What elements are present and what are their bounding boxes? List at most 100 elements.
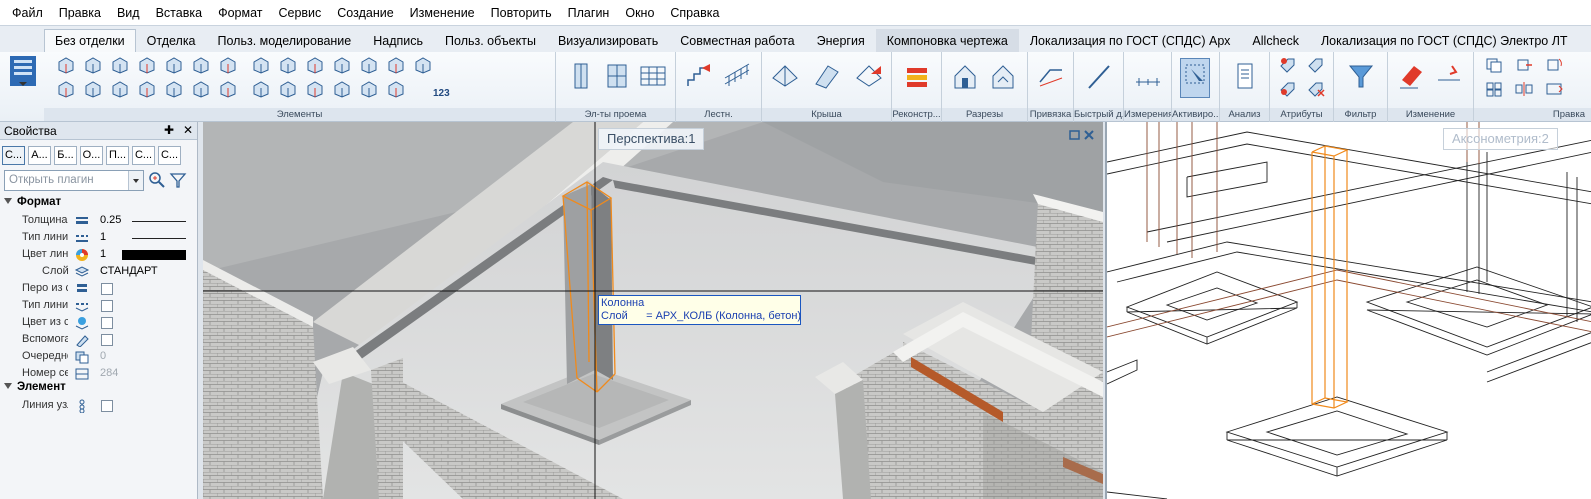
element-tool-10-icon[interactable]	[305, 56, 325, 74]
color-from-layer-checkbox[interactable]	[101, 317, 113, 329]
axonometry-view-label[interactable]: Аксонометрия:2	[1443, 128, 1558, 150]
roof-tool-button[interactable]	[770, 60, 800, 100]
prop-row-node-line[interactable]: Линия узла	[0, 398, 196, 415]
tab-no-finish[interactable]: Без отделки	[44, 29, 136, 52]
element-tool-3-icon[interactable]	[110, 56, 130, 74]
element-tool-14-icon[interactable]	[413, 56, 433, 74]
element-tool-12-icon[interactable]	[359, 56, 379, 74]
prop-row-line-type[interactable]: Тип линии 1	[0, 230, 196, 247]
element-tool-19-icon[interactable]	[164, 80, 184, 98]
prop-row-order[interactable]: Очередность 0	[0, 349, 196, 366]
menu-view[interactable]: Вид	[109, 0, 148, 26]
element-tool-25-icon[interactable]	[332, 80, 352, 98]
menu-window[interactable]: Окно	[617, 0, 662, 26]
roof-cover-button[interactable]	[854, 60, 884, 100]
element-tool-2-icon[interactable]	[83, 56, 103, 74]
tab-gost-electro[interactable]: Локализация по ГОСТ (СПДС) Электро ЛТ	[1310, 29, 1579, 52]
prop-row-thickness[interactable]: Толщина 0.25	[0, 213, 196, 230]
railing-tool-button[interactable]	[722, 60, 752, 100]
copy-icon[interactable]	[1484, 56, 1504, 74]
linetype-from-layer-checkbox[interactable]	[101, 300, 113, 312]
menu-edit[interactable]: Правка	[51, 0, 109, 26]
mirror-icon[interactable]	[1514, 80, 1534, 98]
stretch-icon[interactable]	[1544, 80, 1564, 98]
prop-tab-6[interactable]: С...	[132, 146, 155, 165]
element-tool-5-icon[interactable]	[164, 56, 184, 74]
tab-visualize[interactable]: Визуализировать	[547, 29, 669, 52]
tab-allcheck[interactable]: Allcheck	[1241, 29, 1310, 52]
numbering-button[interactable]: 123	[433, 88, 450, 99]
search-plus-icon[interactable]	[148, 171, 166, 189]
snap-button[interactable]	[1036, 60, 1066, 100]
filter-small-icon[interactable]	[169, 171, 187, 189]
pin-icon[interactable]: ✚	[162, 123, 176, 137]
menu-format[interactable]: Формат	[210, 0, 270, 26]
menu-help[interactable]: Справка	[662, 0, 727, 26]
element-tool-26-icon[interactable]	[359, 80, 379, 98]
tab-finish[interactable]: Отделка	[136, 29, 207, 52]
section-format[interactable]: Формат	[4, 196, 61, 208]
menu-create[interactable]: Создание	[329, 0, 401, 26]
open-plugin-combo[interactable]: Открыть плагин	[4, 170, 144, 191]
prop-row-color-from-layer[interactable]: Цвет из слоя	[0, 315, 196, 332]
collapse-icon[interactable]	[4, 198, 12, 204]
elevation-button[interactable]	[988, 60, 1018, 100]
prop-tab-1[interactable]: С...	[2, 146, 25, 165]
prop-tab-7[interactable]: С...	[158, 146, 181, 165]
element-tool-22-icon[interactable]	[251, 80, 271, 98]
close-view-icon[interactable]	[1083, 129, 1095, 141]
activate-selection-button[interactable]	[1180, 58, 1210, 98]
element-tool-21-icon[interactable]	[218, 80, 238, 98]
element-tool-4-icon[interactable]	[137, 56, 157, 74]
array-icon[interactable]	[1484, 80, 1504, 98]
element-tool-8-icon[interactable]	[251, 56, 271, 74]
element-tool-24-icon[interactable]	[305, 80, 325, 98]
stair-tool-button[interactable]	[684, 60, 714, 100]
menu-repeat[interactable]: Повторить	[483, 0, 560, 26]
prop-row-pen-from-layer[interactable]: Перо из слоя	[0, 281, 196, 298]
chevron-down-icon[interactable]	[128, 171, 143, 190]
tab-user-modeling[interactable]: Польз. моделирование	[207, 29, 363, 52]
element-tool-13-icon[interactable]	[386, 56, 406, 74]
pen-from-layer-checkbox[interactable]	[101, 283, 113, 295]
tab-energy[interactable]: Энергия	[806, 29, 876, 52]
menu-plugin[interactable]: Плагин	[560, 0, 618, 26]
eraser-icon[interactable]	[1396, 60, 1426, 100]
element-tool-18-icon[interactable]	[137, 80, 157, 98]
element-tool-23-icon[interactable]	[278, 80, 298, 98]
menu-insert[interactable]: Вставка	[148, 0, 210, 26]
prop-tab-3[interactable]: Б...	[54, 146, 77, 165]
section-element[interactable]: Элемент	[4, 381, 66, 393]
element-tool-16-icon[interactable]	[83, 80, 103, 98]
move-icon[interactable]	[1514, 56, 1534, 74]
element-tool-15-icon[interactable]	[56, 80, 76, 98]
element-tool-7-icon[interactable]	[218, 56, 238, 74]
element-tool-1-icon[interactable]	[56, 56, 76, 74]
menu-file[interactable]: Файл	[4, 0, 51, 26]
tab-gost-arch[interactable]: Локализация по ГОСТ (СПДС) Арх	[1019, 29, 1242, 52]
axonometry-viewport[interactable]: Аксонометрия:2	[1105, 122, 1591, 499]
attribute-edit-icon[interactable]	[1306, 56, 1326, 74]
node-line-checkbox[interactable]	[101, 400, 113, 412]
grid-tool-button[interactable]	[638, 60, 668, 100]
collapse-icon[interactable]	[4, 383, 12, 389]
prop-tab-2[interactable]: А...	[28, 146, 51, 165]
auxiliary-checkbox[interactable]	[101, 334, 113, 346]
application-menu-icon[interactable]	[6, 28, 40, 88]
prop-tab-5[interactable]: П...	[106, 146, 129, 165]
tab-drawing-layout[interactable]: Компоновка чертежа	[875, 29, 1019, 52]
tab-label[interactable]: Надпись	[362, 29, 434, 52]
analysis-button[interactable]	[1230, 60, 1260, 100]
prop-row-auxiliary[interactable]: Вспомогательный	[0, 332, 196, 349]
element-tool-6-icon[interactable]	[191, 56, 211, 74]
prop-row-linetype-from-layer[interactable]: Тип линии из слоя	[0, 298, 196, 315]
attribute-plus-icon[interactable]	[1278, 80, 1298, 98]
menu-modify[interactable]: Изменение	[402, 0, 483, 26]
tab-collaboration[interactable]: Совместная работа	[669, 29, 805, 52]
split-icon[interactable]	[1434, 60, 1464, 100]
element-tool-11-icon[interactable]	[332, 56, 352, 74]
prop-tab-4[interactable]: О...	[80, 146, 103, 165]
perspective-view-label[interactable]: Перспектива:1	[598, 128, 705, 150]
menu-service[interactable]: Сервис	[270, 0, 329, 26]
window-tool-button[interactable]	[566, 60, 596, 100]
